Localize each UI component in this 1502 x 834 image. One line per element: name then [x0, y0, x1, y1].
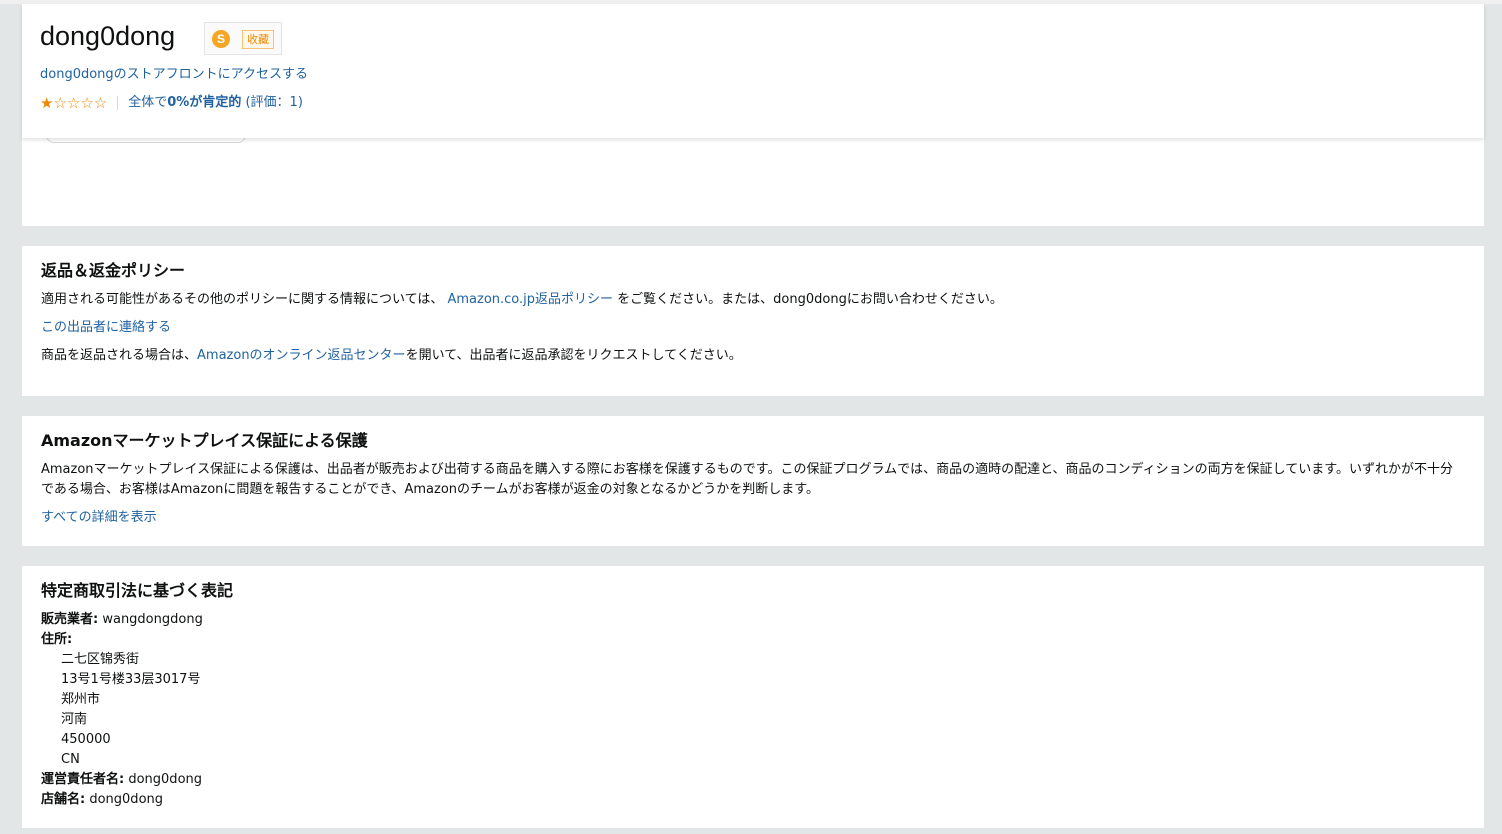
- guarantee-body: Amazonマーケットプレイス保証による保護は、出品者が販売および出荷する商品を…: [41, 462, 1453, 497]
- address-label: 住所:: [41, 632, 73, 647]
- rating-percent: 0%が肯定的: [167, 95, 242, 110]
- address-label-line: 住所:: [41, 630, 1465, 650]
- rating-stars-icon: ★☆☆☆☆: [40, 94, 108, 112]
- seller-name: dong0dong: [40, 21, 176, 51]
- return-policy-panel: 返品＆返金ポリシー 適用される可能性があるその他のポリシーに関する情報については…: [22, 246, 1484, 396]
- sticky-seller-header: dong0dong S 收藏 dong0dongのストアフロントにアクセスする …: [22, 4, 1484, 138]
- seller-rating: ★☆☆☆☆ 全体で0%が肯定的 (評価：1): [40, 94, 303, 112]
- legal-disclosure-panel: 特定商取引法に基づく表記 販売業者: wangdongdong 住所: 二七区锦…: [22, 566, 1484, 828]
- storefront-link[interactable]: dong0dongのストアフロントにアクセスする: [40, 66, 308, 84]
- address-line: 河南: [61, 712, 88, 727]
- collect-button[interactable]: 收藏: [242, 30, 274, 49]
- guarantee-panel: Amazonマーケットプレイス保証による保護 Amazonマーケットプレイス保証…: [22, 416, 1484, 546]
- extension-s-icon[interactable]: S: [212, 30, 230, 48]
- store-value: dong0dong: [89, 792, 164, 807]
- manager-value: dong0dong: [128, 772, 203, 787]
- store-info-line: 店舗名: dong0dong: [41, 790, 1465, 810]
- guarantee-title: Amazonマーケットプレイス保証による保護: [41, 431, 368, 450]
- legal-title: 特定商取引法に基づく表記: [41, 581, 234, 600]
- address-line: CN: [61, 752, 80, 767]
- rating-count: (評価：1): [245, 95, 303, 110]
- amazon-return-policy-link[interactable]: Amazon.co.jp返品ポリシー: [447, 292, 613, 307]
- online-return-center-link[interactable]: Amazonのオンライン返品センター: [197, 348, 406, 363]
- address-line: 450000: [61, 732, 111, 747]
- store-label: 店舗名:: [41, 792, 86, 807]
- seller-label: 販売業者:: [41, 612, 99, 627]
- manager-label: 運営責任者名:: [41, 772, 125, 787]
- address-line: 二七区锦秀街: [61, 652, 140, 667]
- extension-widget: S 收藏: [204, 22, 282, 55]
- rating-link[interactable]: 全体で0%が肯定的 (評価：1): [128, 94, 303, 112]
- address-line: 13号1号楼33层3017号: [61, 672, 201, 687]
- manager-info-line: 運営責任者名: dong0dong: [41, 770, 1465, 790]
- return-policy-text: 適用される可能性があるその他のポリシーに関する情報については、 Amazon.c…: [41, 290, 1465, 310]
- contact-seller-link[interactable]: この出品者に連絡する: [41, 320, 171, 335]
- guarantee-details-link[interactable]: すべての詳細を表示: [41, 510, 157, 525]
- divider: [117, 96, 119, 110]
- address-line: 郑州市: [61, 692, 101, 707]
- return-center-text: 商品を返品される場合は、Amazonのオンライン返品センターを開いて、出品者に返…: [41, 346, 1465, 366]
- seller-value: wangdongdong: [102, 612, 203, 627]
- rating-prefix: 全体で: [128, 95, 168, 110]
- seller-header-panel: dong0dong S 收藏 dong0dongのストアフロントにアクセスする …: [22, 4, 1484, 226]
- return-center-prefix: 商品を返品される場合は、: [41, 348, 198, 363]
- seller-info-line: 販売業者: wangdongdong: [41, 610, 1465, 630]
- return-center-suffix: を開いて、出品者に返品承認をリクエストしてください。: [405, 348, 742, 363]
- policy-text-prefix: 適用される可能性があるその他のポリシーに関する情報については、: [41, 292, 448, 307]
- policy-text-suffix: をご覧ください。または、dong0dongにお問い合わせください。: [613, 292, 1003, 307]
- return-policy-title: 返品＆返金ポリシー: [41, 261, 186, 280]
